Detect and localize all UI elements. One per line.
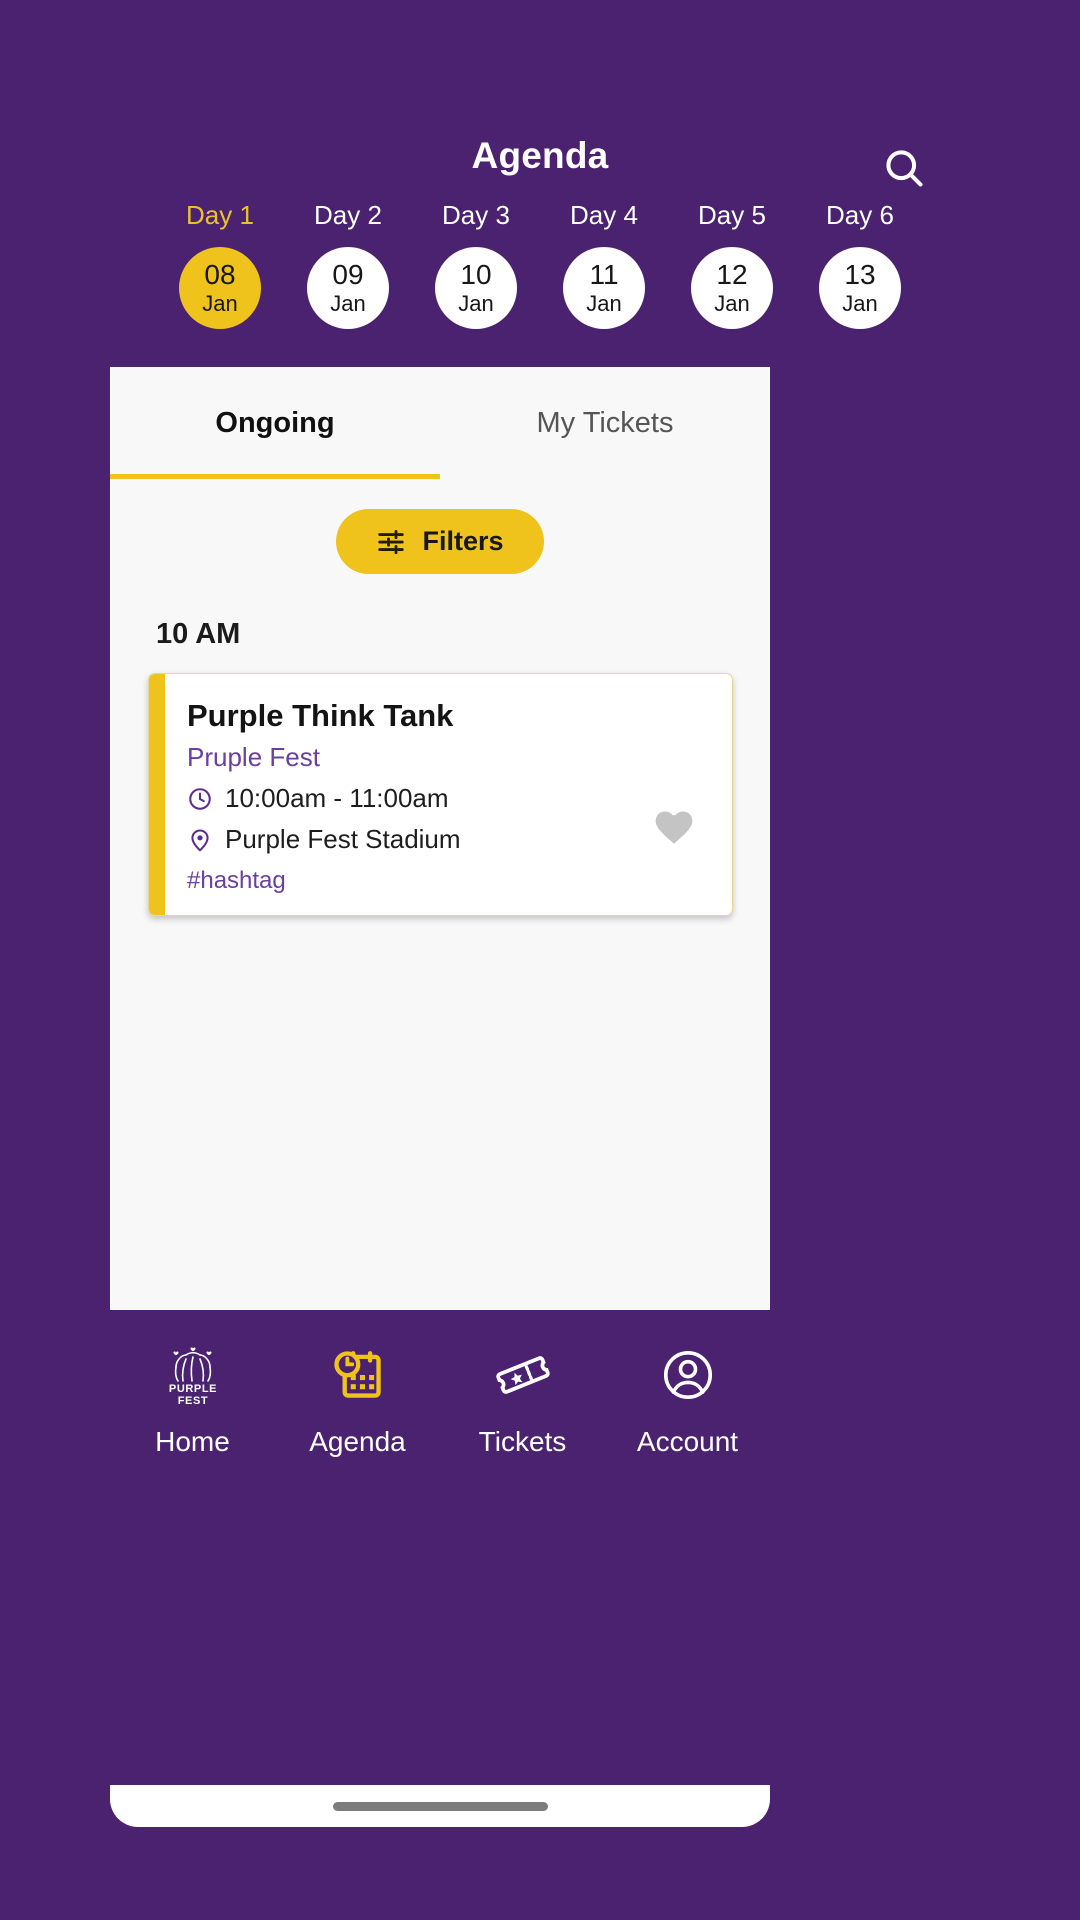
day-chip-date: 12 (716, 259, 748, 290)
day-chip-5[interactable]: Day 5 12 Jan (668, 200, 796, 329)
user-circle-icon (663, 1350, 712, 1400)
tab-ongoing[interactable]: Ongoing (110, 367, 440, 479)
nav-label-tickets: Tickets (478, 1426, 567, 1457)
day-chip-label: Day 1 (186, 200, 254, 230)
event-location: Purple Fest Stadium (225, 824, 461, 854)
event-location-row: Purple Fest Stadium (187, 824, 710, 855)
tab-bar: Ongoing My Tickets (110, 367, 770, 479)
search-button[interactable] (876, 140, 932, 196)
calendar-clock-icon (333, 1351, 381, 1398)
day-chip-date: 11 (589, 259, 619, 290)
day-chip-label: Day 2 (314, 200, 382, 230)
day-chip-6[interactable]: Day 6 13 Jan (796, 200, 924, 329)
day-chip-circle[interactable]: 11 Jan (563, 247, 645, 329)
nav-item-home[interactable]: PURPLE FEST Home (118, 1342, 268, 1458)
favorite-button[interactable] (650, 806, 698, 854)
filters-label: Filters (422, 526, 504, 556)
event-card-wrapper: Purple Think Tank Pruple Fest 10:00am - … (148, 673, 733, 916)
day-chip-date: 13 (844, 259, 876, 290)
nav-icon-wrap (659, 1342, 717, 1408)
home-indicator-area (110, 1785, 770, 1827)
day-chip-date: 09 (332, 259, 364, 290)
logo-line-1: PURPLE (168, 1383, 216, 1395)
day-chip-month: Jan (842, 291, 878, 316)
day-chip-label: Day 4 (570, 200, 638, 230)
day-chip-month: Jan (202, 291, 238, 316)
event-hashtag[interactable]: #hashtag (187, 867, 710, 895)
content-sheet: Ongoing My Tickets Filters 10 AM Purple … (110, 367, 770, 1310)
event-card-body: Purple Think Tank Pruple Fest 10:00am - … (165, 674, 732, 915)
day-chip-date: 08 (204, 259, 236, 290)
day-chip-label: Day 5 (698, 200, 766, 230)
sliders-icon (378, 529, 405, 554)
home-indicator[interactable] (332, 1801, 548, 1811)
location-pin-icon (191, 829, 209, 851)
time-heading: 10 AM (156, 618, 241, 650)
day-chip-month: Jan (458, 291, 494, 316)
heart-icon (655, 811, 693, 844)
filters-row: Filters (110, 509, 770, 574)
event-time-row: 10:00am - 11:00am (187, 783, 710, 814)
day-chip-month: Jan (330, 291, 366, 316)
event-title: Purple Think Tank (187, 698, 454, 733)
day-chip-date: 10 (460, 259, 492, 290)
day-chip-month: Jan (586, 291, 622, 316)
purple-fest-logo-icon: PURPLE FEST (168, 1347, 216, 1407)
day-chip-circle[interactable]: 10 Jan (435, 247, 517, 329)
nav-item-tickets[interactable]: Tickets (448, 1342, 598, 1458)
day-chip-label: Day 6 (826, 200, 894, 230)
day-chip-1[interactable]: Day 1 08 Jan (156, 200, 284, 329)
day-chip-4[interactable]: Day 4 11 Jan (540, 200, 668, 329)
event-time: 10:00am - 11:00am (225, 783, 449, 813)
day-chip-label: Day 3 (442, 200, 510, 230)
nav-icon-wrap: PURPLE FEST (156, 1342, 230, 1408)
nav-icon-wrap (329, 1342, 387, 1408)
day-chip-circle[interactable]: 13 Jan (819, 247, 901, 329)
day-chip-circle[interactable]: 12 Jan (691, 247, 773, 329)
day-chip-circle[interactable]: 09 Jan (307, 247, 389, 329)
filters-button[interactable]: Filters (336, 509, 544, 574)
day-chip-2[interactable]: Day 2 09 Jan (284, 200, 412, 329)
day-selector[interactable]: Day 1 08 Jan Day 2 09 Jan Day 3 10 Jan D… (0, 200, 1080, 329)
clock-icon (189, 787, 211, 810)
page-title: Agenda (471, 135, 609, 176)
bottom-navigation: PURPLE FEST Home Agenda Tickets Account (110, 1310, 770, 1490)
event-card[interactable]: Purple Think Tank Pruple Fest 10:00am - … (148, 673, 733, 916)
nav-label-home: Home (155, 1426, 230, 1457)
tab-my-tickets[interactable]: My Tickets (440, 367, 770, 479)
day-chip-month: Jan (714, 291, 750, 316)
event-card-accent-bar (149, 674, 165, 915)
ticket-icon (495, 1356, 550, 1394)
nav-label-agenda: Agenda (309, 1426, 406, 1457)
nav-icon-wrap (493, 1342, 553, 1408)
search-icon (886, 150, 923, 187)
nav-item-account[interactable]: Account (613, 1342, 763, 1458)
day-chip-3[interactable]: Day 3 10 Jan (412, 200, 540, 329)
event-organizer: Pruple Fest (187, 742, 320, 772)
nav-item-agenda[interactable]: Agenda (283, 1342, 433, 1458)
logo-line-2: FEST (177, 1395, 208, 1407)
app-screen: Agenda Day 1 08 Jan Day 2 09 Jan Day 3 1… (0, 0, 1080, 1920)
day-chip-circle[interactable]: 08 Jan (179, 247, 261, 329)
nav-label-account: Account (636, 1426, 739, 1457)
